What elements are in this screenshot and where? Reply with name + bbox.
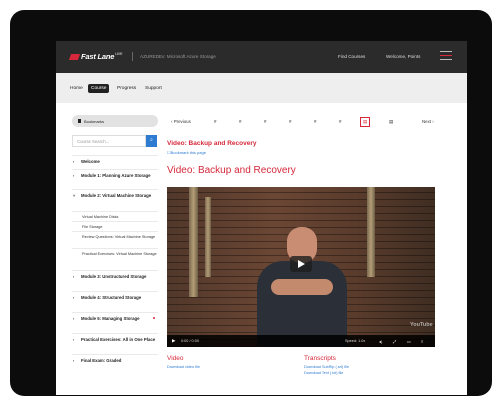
pipe-graphic: [205, 197, 211, 277]
hamburger-menu-icon[interactable]: [440, 51, 452, 61]
sidebar-item-label: Module 1: Planning Azure Storage: [81, 173, 151, 178]
unread-dot-icon: [153, 317, 155, 319]
download-video-link[interactable]: Download video file: [167, 365, 200, 369]
previous-button[interactable]: ‹ Previous: [171, 119, 191, 124]
sidebar-subitem-file-storage[interactable]: File Storage: [72, 221, 158, 230]
sidebar-item-module-4[interactable]: › Module 4: Structured Storage: [72, 291, 158, 301]
fastlane-logo[interactable]: Fast LaneLIVE: [68, 52, 123, 61]
pipe-graphic: [367, 187, 375, 277]
pipe-graphic: [189, 187, 198, 297]
sidebar-item-label: Welcome: [81, 159, 100, 164]
unit-nav-6[interactable]: #: [339, 119, 341, 124]
chevron-right-icon: ›: [73, 274, 75, 279]
tab-support[interactable]: Support: [142, 84, 165, 93]
bookmark-page-label: Bookmark this page: [170, 150, 206, 155]
sidebar-subitem-practical-exercises[interactable]: Practical Exercises: Virtual Machine Sto…: [72, 248, 158, 257]
captions-icon[interactable]: ▭: [407, 339, 411, 344]
bookmarks-label: Bookmarks: [84, 118, 105, 124]
presenter-hands: [271, 279, 333, 295]
sidebar-item-practical-all[interactable]: › Practical Exercises: All in One Place: [72, 333, 158, 343]
logo-text: Fast Lane: [81, 52, 115, 61]
unit-nav-1[interactable]: #: [214, 119, 216, 124]
sidebar-item-module-3[interactable]: › Module 3: Unstructured Storage: [72, 270, 158, 280]
unit-nav-5[interactable]: #: [314, 119, 316, 124]
logo-sup: LIVE: [115, 52, 123, 56]
search-icon[interactable]: ⌕: [146, 135, 157, 147]
chevron-down-icon: ˅: [73, 193, 76, 198]
chevron-right-icon: ›: [73, 159, 75, 164]
chevron-right-icon: ›: [73, 295, 75, 300]
chevron-right-icon: ›: [73, 316, 75, 321]
bookmark-page-link[interactable]: ☐Bookmark this page: [167, 150, 206, 155]
course-code: AZUREDEv: Microsoft Azure Storage: [140, 54, 216, 59]
unit-nav-3[interactable]: #: [264, 119, 266, 124]
sidebar-item-module-1[interactable]: › Module 1: Planning Azure Storage: [72, 169, 158, 179]
tab-progress[interactable]: Progress: [114, 84, 139, 93]
sidebar-item-label: Final Exam: Graded: [81, 358, 122, 363]
previous-label: Previous: [173, 119, 191, 124]
download-srt-link[interactable]: Download SubRip (.srt) file: [304, 365, 349, 369]
tab-course[interactable]: Course: [88, 84, 110, 93]
chevron-right-icon: ›: [73, 173, 75, 178]
next-label: Next: [422, 119, 432, 124]
lesson-content: ‹ Previous # # # # # # ▤ ▤ Next › Video:…: [167, 115, 455, 395]
video-time: 0:00 / 0:00: [181, 339, 199, 343]
sidebar-item-label: Module 4: Structured Storage: [81, 295, 142, 300]
chevron-right-icon: ›: [73, 358, 75, 363]
tab-home[interactable]: Home: [67, 84, 86, 93]
video-player[interactable]: YouTube ▶ 0:00 / 0:00 Speed: 1.0x ◂) ⤢ ▭…: [167, 187, 435, 347]
presenter-figure: [257, 227, 347, 347]
unit-nav-active-video[interactable]: ▤: [360, 117, 371, 127]
sidebar-item-module-5[interactable]: › Module 5: Managing Storage: [72, 312, 158, 322]
header-divider: [132, 52, 133, 61]
sidebar-item-label: Module 2: Virtual Machine Storage: [81, 193, 152, 198]
unit-nav-4[interactable]: #: [289, 119, 291, 124]
sidebar-item-label: Module 5: Managing Storage: [81, 316, 140, 321]
sidebar-item-module-2[interactable]: ˅ Module 2: Virtual Machine Storage: [72, 189, 158, 199]
sidebar-item-final-exam[interactable]: › Final Exam: Graded: [72, 354, 158, 364]
welcome-user[interactable]: Welcome, Points: [386, 54, 420, 59]
sidebar-subitem-vm-disks[interactable]: Virtual Machine Disks: [72, 211, 158, 220]
play-pause-icon[interactable]: ▶: [172, 338, 175, 344]
find-courses-link[interactable]: Find Courses: [338, 54, 365, 59]
play-icon[interactable]: [290, 256, 312, 272]
chevron-right-icon: ›: [73, 337, 75, 342]
sidebar-subitem-review-questions[interactable]: Review Questions: Virtual Machine Storag…: [72, 231, 158, 240]
fullscreen-icon[interactable]: ⤢: [393, 339, 396, 344]
sidebar-item-label: Module 3: Unstructured Storage: [81, 274, 147, 279]
logo-mark-icon: [68, 54, 81, 61]
video-controls: ▶ 0:00 / 0:00 Speed: 1.0x ◂) ⤢ ▭ ≡: [167, 335, 435, 347]
transcript-toggle-icon[interactable]: ≡: [421, 339, 423, 344]
next-button[interactable]: Next ›: [422, 119, 434, 124]
unit-pager: ‹ Previous # # # # # # ▤ ▤ Next ›: [167, 115, 455, 131]
speed-control[interactable]: Speed: 1.0x: [345, 339, 365, 343]
unit-nav-8[interactable]: ▤: [389, 119, 393, 125]
top-header: Fast LaneLIVE AZUREDEv: Microsoft Azure …: [56, 41, 467, 73]
tablet-frame: Fast LaneLIVE AZUREDEv: Microsoft Azure …: [10, 10, 492, 396]
lesson-title: Video: Backup and Recovery: [167, 140, 257, 147]
bookmark-icon: [78, 118, 81, 123]
bookmarks-button[interactable]: Bookmarks: [72, 115, 158, 127]
download-txt-link[interactable]: Download Text (.txt) file: [304, 371, 343, 375]
sidebar-item-welcome[interactable]: › Welcome: [72, 155, 158, 165]
transcripts-heading: Transcripts: [304, 355, 336, 362]
video-heading: Video: [167, 355, 184, 362]
sidebar-item-label: Practical Exercises: All in One Place: [81, 337, 156, 342]
volume-icon[interactable]: ◂): [379, 339, 382, 344]
course-outline-sidebar: Bookmarks Course Search... ⌕ › Welcome › M…: [72, 115, 158, 395]
page-title: Video: Backup and Recovery: [167, 165, 296, 176]
course-search-input[interactable]: Course Search...: [72, 135, 146, 147]
youtube-logo: YouTube: [410, 322, 433, 328]
unit-nav-2[interactable]: #: [239, 119, 241, 124]
course-tabs: Home Course Progress Support: [56, 73, 467, 103]
browser-screen: Fast LaneLIVE AZUREDEv: Microsoft Azure …: [56, 41, 467, 395]
